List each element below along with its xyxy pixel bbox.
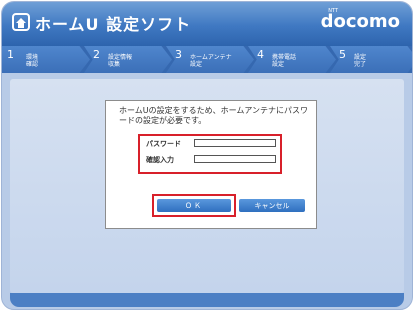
step-4: 4 携帯電話 設定 [248, 46, 336, 73]
brand-logo: docomo [320, 11, 400, 32]
step-progress-bar: 1 環境 確認 2 設定情報 収集 3 ホームアンテナ 設定 4 携帯電話 設定… [2, 46, 412, 73]
step-number: 5 [339, 48, 346, 61]
dialog-message: ホームUの設定をするため、ホームアンテナにパスワードの設定が必要です。 [119, 106, 309, 125]
confirm-password-input[interactable] [194, 155, 276, 163]
step-number: 1 [7, 48, 14, 61]
title-bar: ホームU 設定ソフト NTT docomo [2, 2, 412, 46]
password-label: パスワード [146, 140, 181, 148]
step-2: 2 設定情報 収集 [84, 46, 172, 73]
confirm-label: 確認入力 [146, 156, 174, 164]
step-number: 2 [93, 48, 100, 61]
bottom-bar [10, 293, 404, 307]
app-window: ホームU 設定ソフト NTT docomo 1 環境 確認 2 設定情報 収集 … [1, 1, 413, 310]
step-label: 携帯電話 設定 [272, 54, 297, 68]
step-label: 設定 完了 [354, 54, 367, 68]
step-number: 3 [175, 48, 182, 61]
step-label: ホームアンテナ 設定 [190, 54, 232, 68]
password-dialog: ホームUの設定をするため、ホームアンテナにパスワードの設定が必要です。 パスワー… [105, 100, 317, 229]
password-input[interactable] [194, 139, 276, 147]
cancel-button[interactable]: キャンセル [239, 199, 305, 212]
step-label: 環境 確認 [26, 54, 39, 68]
app-title: ホームU 設定ソフト [35, 15, 192, 34]
home-icon [12, 13, 30, 31]
ok-button[interactable]: ＯＫ [157, 199, 231, 212]
step-3: 3 ホームアンテナ 設定 [166, 46, 254, 73]
step-1: 1 環境 確認 [2, 46, 90, 73]
step-number: 4 [257, 48, 264, 61]
step-label: 設定情報 収集 [108, 54, 133, 68]
step-5: 5 設定 完了 [330, 46, 412, 73]
